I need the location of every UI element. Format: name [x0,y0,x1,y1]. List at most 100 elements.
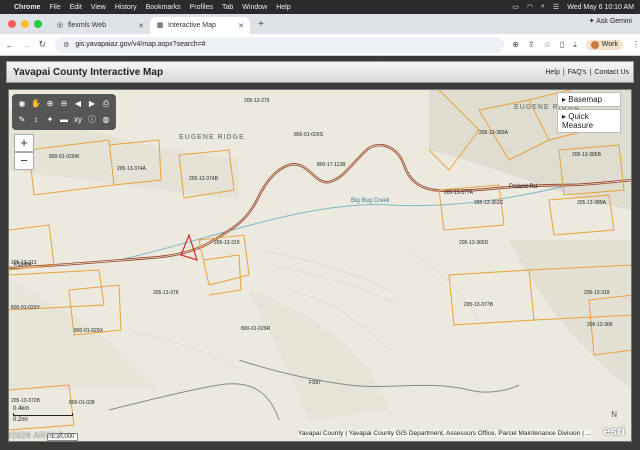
menu-profiles[interactable]: Profiles [190,4,213,11]
tab-interactive-map[interactable]: ▦ Interactive Map ✕ [150,17,250,34]
menu-file[interactable]: File [49,4,60,11]
parcel-label: 205-13-383A [479,130,508,136]
tab-bar: ◎ flexmls Web ✕ ▦ Interactive Map ✕ + ✦ … [0,14,640,34]
faq-link[interactable]: FAQ's [568,69,587,76]
scale-bar-line [13,413,73,416]
quick-measure-button[interactable]: ▸ Quick Measure [557,109,621,133]
scale-km-label: 0.4km [13,406,30,412]
page-title: Yavapai County Interactive Map [13,66,164,78]
status-area: ▭ ◠ ⌕ ☰ Wed May 6 10:10 AM [512,0,634,14]
window-controls [0,20,50,34]
basemap-label: Basemap [568,95,603,104]
contact-link[interactable]: Contact Us [594,69,629,76]
draw-pencil-icon[interactable]: ✎ [15,112,29,128]
zoom-in-tool-icon[interactable]: ⊕ [43,96,57,112]
map-widgets: ▸ Basemap ▸ Quick Measure [557,92,621,135]
avatar [590,40,599,49]
header-links: Help | FAQ's | Contact Us [545,68,629,76]
menu-view[interactable]: View [91,4,106,11]
layers-globe-icon[interactable]: ◍ [99,112,113,128]
measure-icon[interactable]: ↕ [29,112,43,128]
minimize-window-button[interactable] [21,20,29,28]
pan-hand-icon[interactable]: ✋ [29,96,43,112]
zoom-icon[interactable]: ⊕ [512,40,519,49]
eraser-icon[interactable]: ▬ [57,112,71,128]
basemap-button[interactable]: ▸ Basemap [557,92,621,107]
menu-window[interactable]: Window [242,4,267,11]
toolbar-icons: ⊕ ⇪ ☆ ▯ ⤓ Work ⋮ [512,39,640,50]
tab-label: Interactive Map [168,22,216,29]
close-tab-icon[interactable]: ✕ [238,22,244,30]
menu-history[interactable]: History [115,4,137,11]
control-center-icon[interactable]: ☰ [553,3,559,11]
back-icon[interactable]: ← [3,40,16,50]
parcel-label: 205-13-374A [117,166,146,172]
parcel-label: 205-13-275 [244,98,270,104]
map-attribution: Yavapai County | Yavapai County GIS Depa… [297,430,591,437]
more-menu-icon[interactable]: ⋮ [632,40,640,49]
browser-toolbar: ← → ↻ ⚙ gis.yavapaiaz.gov/v4/map.aspx?se… [0,34,640,56]
help-link[interactable]: Help [545,69,559,76]
search-icon[interactable]: ⌕ [541,3,545,11]
parcel-label: 205-13-385B [572,152,601,158]
parcel-label: 800-01-029X [74,328,103,334]
ask-gemini-label: Ask Gemini [596,18,632,25]
close-window-button[interactable] [8,20,16,28]
menu-help[interactable]: Help [276,4,290,11]
xy-coordinate-icon[interactable]: xy [71,112,85,128]
address-bar[interactable]: ⚙ gis.yavapaiaz.gov/v4/map.aspx?search=# [55,36,505,53]
maximize-window-button[interactable] [34,20,42,28]
web-page: Yavapai County Interactive Map Help | FAQ… [0,56,640,450]
parcel-label: 205-13-374B [189,176,218,182]
zoom-in-button[interactable]: + [14,134,34,152]
parcel-label: 205-13-377A [444,190,473,196]
profile-button[interactable]: Work [585,39,624,50]
parcel-label: 205-13-376 [153,290,179,296]
menu-app-name[interactable]: Chrome [14,4,40,11]
share-icon[interactable]: ⇪ [528,40,535,49]
parcel-label: 800-01-029Y [11,305,40,311]
tab-label: flexmls Web [68,22,106,29]
profile-label: Work [601,41,619,48]
reload-icon[interactable]: ↻ [36,39,49,50]
parcel-label: 800-01-029W [49,154,80,160]
parcel-label: 205-13-365D [459,240,489,246]
ask-gemini-button[interactable]: ✦ Ask Gemini [589,17,632,25]
wifi-icon[interactable]: ◠ [527,3,533,11]
clock[interactable]: Wed May 6 10:10 AM [567,4,634,11]
zoom-control: + − [14,134,34,170]
menu-bookmarks[interactable]: Bookmarks [146,4,181,11]
road-label-poland: Poland Rd [509,184,538,190]
menu-edit[interactable]: Edit [70,4,82,11]
map-view[interactable]: EUGENE RIDGE EUGENE RIDGE Big Bug Creek … [8,89,632,442]
road-label-fs97: FS97 [309,380,321,386]
parcel-label: 205-13-377B [464,302,493,308]
bookmark-star-icon[interactable]: ☆ [544,40,551,49]
globe-icon[interactable]: ◉ [15,96,29,112]
parcel-label: 205-13-319 [214,240,240,246]
forward-icon[interactable]: → [19,40,32,50]
parcel-label: 800-01-029R [241,326,271,332]
previous-extent-icon[interactable]: ◀ [71,96,85,112]
new-tab-button[interactable]: + [250,19,272,34]
download-icon[interactable]: ⤓ [573,40,577,50]
sidebar-icon[interactable]: ▯ [560,40,564,49]
parcel-label: 205-13-366 [587,322,613,328]
site-info-icon[interactable]: ⚙ [63,41,69,49]
creek-label: Big Bug Creek [351,198,390,204]
esri-logo: esri [603,424,625,438]
zoom-out-tool-icon[interactable]: ⊖ [57,96,71,112]
tab-flexmls[interactable]: ◎ flexmls Web ✕ [50,17,150,34]
menu-tab[interactable]: Tab [222,4,233,11]
parcel-label: 800-01-029S [294,132,323,138]
next-extent-icon[interactable]: ▶ [85,96,99,112]
close-tab-icon[interactable]: ✕ [138,22,144,30]
info-icon[interactable]: ⓘ [85,112,99,128]
url-text[interactable]: gis.yavapaiaz.gov/v4/map.aspx?search=# [75,41,205,48]
print-icon[interactable]: ⎙ [99,96,113,112]
select-tool-icon[interactable]: ✦ [43,112,57,128]
map-toolbar: ◉ ✋ ⊕ ⊖ ◀ ▶ ⎙ ✎ ↕ ✦ ▬ xy ⓘ ◍ [12,94,116,130]
zoom-out-button[interactable]: − [14,152,34,170]
battery-icon[interactable]: ▭ [512,3,519,11]
parcel-label: 205-13-319 [584,290,610,296]
